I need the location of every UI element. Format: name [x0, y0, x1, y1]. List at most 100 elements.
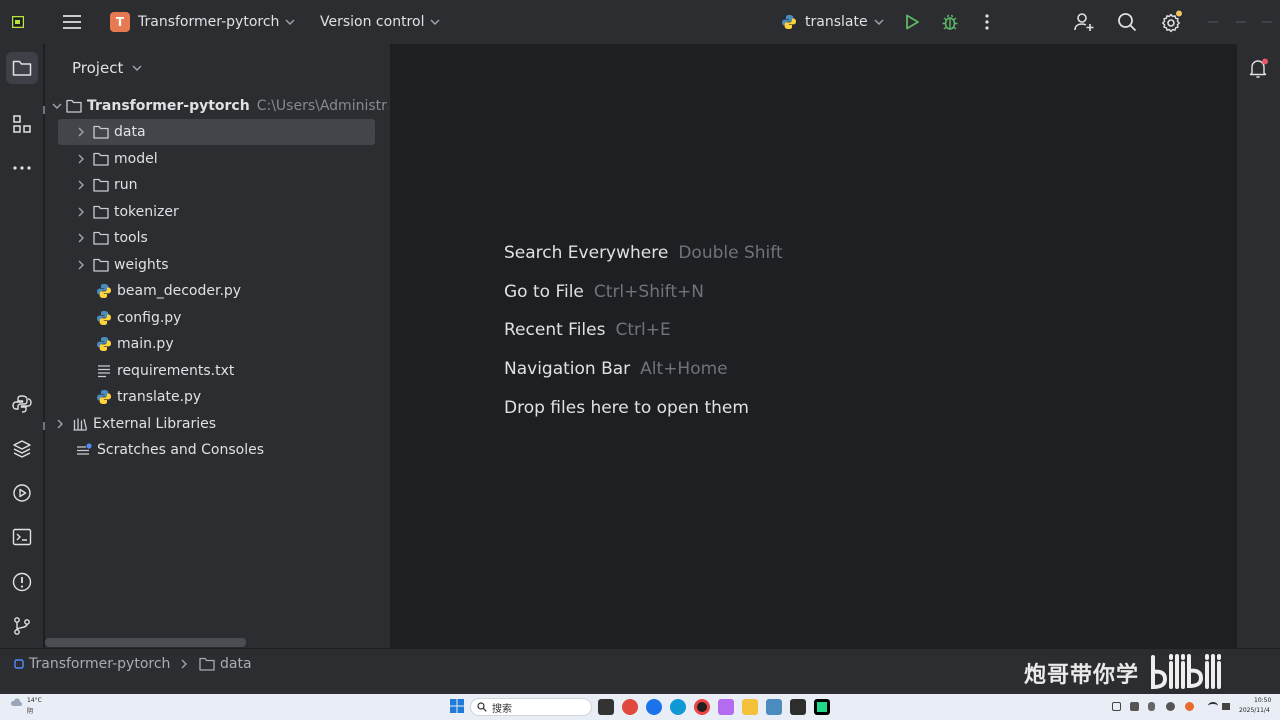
tree-item-weights[interactable]: weights	[73, 252, 169, 278]
run-configuration-selector[interactable]: translate	[781, 0, 884, 44]
chevron-right-icon[interactable]	[73, 233, 89, 243]
project-tool-button[interactable]	[6, 52, 38, 84]
tree-item-tokenizer[interactable]: tokenizer	[73, 199, 179, 225]
tray-app-icon[interactable]	[1130, 702, 1139, 711]
hint-navigation-bar: Navigation Bar Alt+Home	[504, 359, 728, 379]
image-viewer-icon[interactable]	[766, 699, 782, 715]
chrome-icon[interactable]	[622, 699, 638, 715]
panel-resize-handle[interactable]	[43, 422, 45, 430]
editor-empty-area[interactable]	[390, 44, 1236, 648]
tree-root-project[interactable]: Transformer-pytorch C:\Users\Administra	[52, 93, 388, 119]
add-user-icon[interactable]	[1073, 0, 1095, 44]
tree-item-requirements[interactable]: requirements.txt	[96, 358, 234, 384]
chevron-right-icon[interactable]	[52, 419, 68, 429]
bell-icon	[1249, 58, 1268, 78]
chevron-right-icon[interactable]	[73, 154, 89, 164]
terminal-button[interactable]	[6, 521, 38, 553]
folder-icon	[93, 204, 109, 220]
task-view-icon[interactable]	[598, 699, 614, 715]
chevron-down-icon	[874, 19, 884, 25]
hint-shortcut: Ctrl+Shift+N	[593, 282, 704, 302]
close-window-button[interactable]	[1262, 0, 1272, 44]
wifi-icon[interactable]	[1208, 702, 1218, 710]
minimize-window-button[interactable]	[1208, 0, 1218, 44]
tray-app-icon[interactable]	[1166, 702, 1175, 711]
tree-item-run[interactable]: run	[73, 172, 138, 198]
tree-item-label: External Libraries	[93, 416, 216, 432]
chat-app-icon[interactable]	[718, 699, 734, 715]
maps-app-icon[interactable]	[646, 699, 662, 715]
services-icon	[13, 484, 31, 502]
version-control-menu[interactable]: Version control	[320, 0, 440, 44]
tree-item-external-libraries[interactable]: External Libraries	[52, 411, 216, 437]
app-logo-icon[interactable]	[12, 0, 24, 44]
tree-item-translate[interactable]: translate.py	[96, 384, 201, 410]
breadcrumb-project[interactable]: Transformer-pytorch	[14, 654, 170, 674]
library-icon	[72, 416, 88, 432]
run-button[interactable]	[903, 0, 921, 44]
breadcrumb-separator	[181, 654, 187, 674]
more-tools-button[interactable]	[6, 152, 38, 184]
taskbar-search-box[interactable]: 搜索	[470, 698, 592, 716]
weather-widget[interactable]	[10, 697, 22, 707]
pycharm-taskbar-icon[interactable]	[814, 699, 830, 715]
tray-app-icon[interactable]	[1185, 702, 1194, 711]
services-button[interactable]	[6, 477, 38, 509]
edge-icon[interactable]	[670, 699, 686, 715]
more-actions-icon[interactable]	[984, 0, 990, 44]
horizontal-scrollbar[interactable]	[45, 638, 246, 647]
tree-item-main[interactable]: main.py	[96, 331, 174, 357]
search-icon[interactable]	[1117, 0, 1137, 44]
project-switcher[interactable]: T Transformer-pytorch	[110, 0, 295, 44]
main-menu-icon[interactable]	[62, 0, 82, 44]
hint-action: Navigation Bar	[504, 359, 631, 379]
tree-item-tools[interactable]: tools	[73, 225, 148, 251]
folder-icon	[93, 124, 109, 140]
hint-action: Drop files here to open them	[504, 398, 749, 418]
tree-item-beam-decoder[interactable]: beam_decoder.py	[96, 278, 241, 304]
microphone-icon[interactable]	[1148, 702, 1155, 711]
maximize-window-button[interactable]	[1236, 0, 1246, 44]
python-console-button[interactable]	[6, 388, 38, 420]
chevron-right-icon[interactable]	[73, 180, 89, 190]
tree-item-model[interactable]: model	[73, 146, 158, 172]
tree-item-config[interactable]: config.py	[96, 305, 181, 331]
chevron-right-icon[interactable]	[73, 260, 89, 270]
project-view-selector[interactable]: Project	[72, 56, 142, 80]
tray-overflow-icon[interactable]	[1112, 702, 1121, 711]
taskbar-search-placeholder: 搜索	[492, 703, 512, 715]
layers-icon	[13, 440, 31, 458]
recorder-app-icon[interactable]	[694, 699, 710, 715]
git-branch-icon	[14, 617, 30, 635]
notifications-button[interactable]	[1243, 52, 1275, 84]
breadcrumb-folder[interactable]: data	[199, 654, 252, 674]
tree-item-data[interactable]: data	[58, 119, 375, 145]
clock-date[interactable]: 2025/11/4	[1239, 707, 1270, 714]
python-packages-button[interactable]	[6, 433, 38, 465]
debug-button[interactable]	[941, 0, 959, 44]
bilibili-logo-icon	[1151, 654, 1222, 690]
chevron-down-icon[interactable]	[52, 103, 62, 109]
chevron-right-icon[interactable]	[73, 207, 89, 217]
structure-tool-button[interactable]	[6, 108, 38, 140]
settings-gear-icon[interactable]	[1160, 0, 1184, 44]
panel-resize-handle[interactable]	[43, 106, 45, 114]
python-icon	[782, 15, 796, 29]
python-file-icon	[96, 310, 112, 326]
folder-icon	[12, 60, 32, 76]
windows-start-icon[interactable]	[450, 699, 464, 713]
git-button[interactable]	[6, 610, 38, 642]
text-file-icon	[96, 363, 112, 379]
problems-button[interactable]	[6, 566, 38, 598]
clock-time[interactable]: 10:50	[1254, 697, 1271, 704]
tree-item-scratches[interactable]: Scratches and Consoles	[76, 437, 264, 463]
folder-icon	[93, 230, 109, 246]
hint-go-to-file: Go to File Ctrl+Shift+N	[504, 282, 704, 302]
terminal-app-icon[interactable]	[790, 699, 806, 715]
hint-action: Recent Files	[504, 320, 606, 340]
project-name: Transformer-pytorch	[138, 14, 280, 30]
file-explorer-icon[interactable]	[742, 699, 758, 715]
tree-item-label: main.py	[117, 336, 174, 352]
volume-icon[interactable]	[1222, 703, 1230, 710]
chevron-right-icon[interactable]	[73, 127, 89, 137]
